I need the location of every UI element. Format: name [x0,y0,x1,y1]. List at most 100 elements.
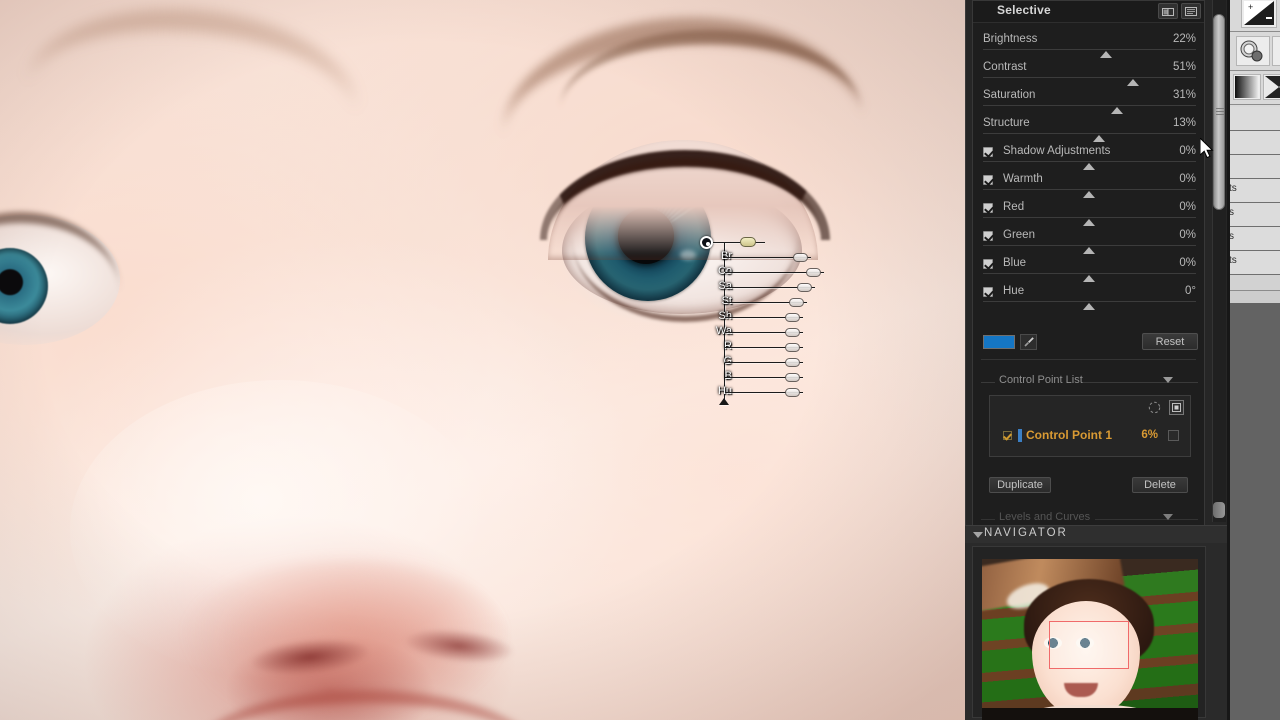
control-point-size-knob[interactable] [740,237,756,247]
cp-widget-slider-knob[interactable] [785,343,800,352]
image-canvas[interactable]: Br Co Sa St Sh Wa R G B Hu [0,0,965,720]
tool-strip-row[interactable] [1227,155,1280,179]
control-point-collapse-caret[interactable] [719,398,729,405]
slider-track[interactable] [983,273,1196,274]
slider-handle[interactable] [1083,219,1096,226]
slider-row-red[interactable]: Red 0% [973,199,1206,227]
cp-widget-slider-knob[interactable] [785,358,800,367]
duplicate-button[interactable]: Duplicate [989,477,1051,493]
cp-widget-slider-knob[interactable] [793,253,808,262]
gradient-tool-icon[interactable] [1233,74,1261,100]
slider-checkbox[interactable] [983,175,993,185]
cp-widget-slider-knob[interactable] [785,373,800,382]
control-point-list-box[interactable]: Control Point 1 6% [989,395,1191,457]
cp-widget-slider-knob[interactable] [785,388,800,397]
selective-panel-header: Selective [973,1,1204,23]
panel-scrollbar-thumb[interactable] [1213,14,1225,210]
reset-button[interactable]: Reset [1142,333,1198,350]
navigator-header[interactable]: NAVIGATOR [965,526,1227,543]
slider-handle[interactable] [1099,51,1112,58]
control-point-visibility-checkbox[interactable] [1003,431,1012,440]
slider-handle[interactable] [1083,303,1096,310]
slider-track[interactable] [983,217,1196,218]
slider-row-warmth[interactable]: Warmth 0% [973,171,1206,199]
select-all-points-icon[interactable] [1169,400,1184,420]
tool-strip-row[interactable] [1227,107,1280,131]
chevron-down-icon-2[interactable] [1163,514,1173,520]
group-points-icon[interactable] [1148,401,1161,419]
slider-handle[interactable] [1083,275,1096,282]
control-point-list-tools [1148,400,1184,420]
slider-handle[interactable] [1111,107,1124,114]
slider-track[interactable] [983,189,1196,190]
color-swatch[interactable] [983,335,1015,349]
slider-checkbox[interactable] [983,259,993,269]
navigator-viewport-rect[interactable] [1049,621,1129,669]
cp-widget-slider-wa[interactable]: Wa [700,325,830,339]
selective-footer-row: Reset [973,333,1206,357]
compare-side-icon[interactable] [1181,3,1201,19]
slider-track[interactable] [983,77,1196,78]
slider-track[interactable] [983,105,1196,106]
slider-handle[interactable] [1092,135,1105,142]
slider-handle[interactable] [1083,191,1096,198]
slider-row-saturation[interactable]: Saturation 31% [973,87,1206,115]
slider-row-brightness[interactable]: Brightness 22% [973,31,1206,59]
cp-widget-slider-knob[interactable] [789,298,804,307]
compare-split-icon[interactable] [1158,3,1178,19]
slider-track[interactable] [983,161,1196,162]
cp-widget-slider-knob[interactable] [785,328,800,337]
bowtie-tool-icon[interactable] [1263,74,1280,100]
cp-widget-slider-co[interactable]: Co [700,265,830,279]
slider-row-structure[interactable]: Structure 13% [973,115,1206,143]
cp-widget-slider-sh[interactable]: Sh [700,310,830,324]
slider-checkbox[interactable] [983,147,993,157]
panel-scrollbar-bottom-thumb[interactable] [1213,502,1225,518]
slider-row-shadow-adjustments[interactable]: Shadow Adjustments 0% [973,143,1206,171]
tool-strip-row[interactable]: s [1227,227,1280,251]
tool-strip-row[interactable]: s [1227,203,1280,227]
slider-checkbox[interactable] [983,203,993,213]
chevron-down-icon-navigator[interactable] [973,532,983,538]
control-point-widget[interactable]: Br Co Sa St Sh Wa R G B Hu [700,236,830,406]
slider-track[interactable] [983,245,1196,246]
cp-widget-slider-b[interactable]: B [700,370,830,384]
slider-handle[interactable] [1083,247,1096,254]
slider-row-hue[interactable]: Hue 0° [973,283,1206,311]
slider-track[interactable] [983,133,1196,134]
control-point-size-track[interactable] [713,242,765,243]
cp-widget-slider-knob[interactable] [806,268,821,277]
tool-strip-row[interactable]: ts [1227,251,1280,275]
cp-widget-slider-st[interactable]: St [700,295,830,309]
slider-handle[interactable] [1127,79,1140,86]
cp-widget-slider-sa[interactable]: Sa [700,280,830,294]
cp-widget-slider-g[interactable]: G [700,355,830,369]
slider-row-blue[interactable]: Blue 0% [973,255,1206,283]
slider-row-green[interactable]: Green 0% [973,227,1206,255]
loupe-tool-icon[interactable] [1236,36,1270,66]
slider-checkbox[interactable] [983,287,993,297]
navigator-thumbnail[interactable] [982,559,1198,720]
slider-track[interactable] [983,301,1196,302]
slider-handle[interactable] [1083,163,1096,170]
group-rule-left-2 [981,519,995,520]
slider-checkbox[interactable] [983,231,993,241]
cp-widget-slider-br[interactable]: Br [700,250,830,264]
cp-widget-slider-r[interactable]: R [700,340,830,354]
control-point-marker[interactable] [700,236,713,249]
cp-widget-slider-knob[interactable] [797,283,812,292]
eyedropper-icon[interactable] [1020,334,1037,350]
contrast-tool-icon[interactable]: + [1241,0,1277,28]
slider-label: Warmth [1003,173,1043,185]
tool-strip-row[interactable]: ts [1227,179,1280,203]
delete-button[interactable]: Delete [1132,477,1188,493]
control-point-group-checkbox[interactable] [1168,430,1179,441]
right-strip-grayspace [1227,303,1280,720]
control-point-list-item[interactable]: Control Point 1 6% [990,428,1192,446]
tool-strip-row[interactable] [1227,131,1280,155]
cp-widget-slider-knob[interactable] [785,313,800,322]
slider-row-contrast[interactable]: Contrast 51% [973,59,1206,87]
chevron-down-icon[interactable] [1163,377,1173,383]
droplet-tool-icon[interactable] [1272,36,1280,66]
slider-track[interactable] [983,49,1196,50]
